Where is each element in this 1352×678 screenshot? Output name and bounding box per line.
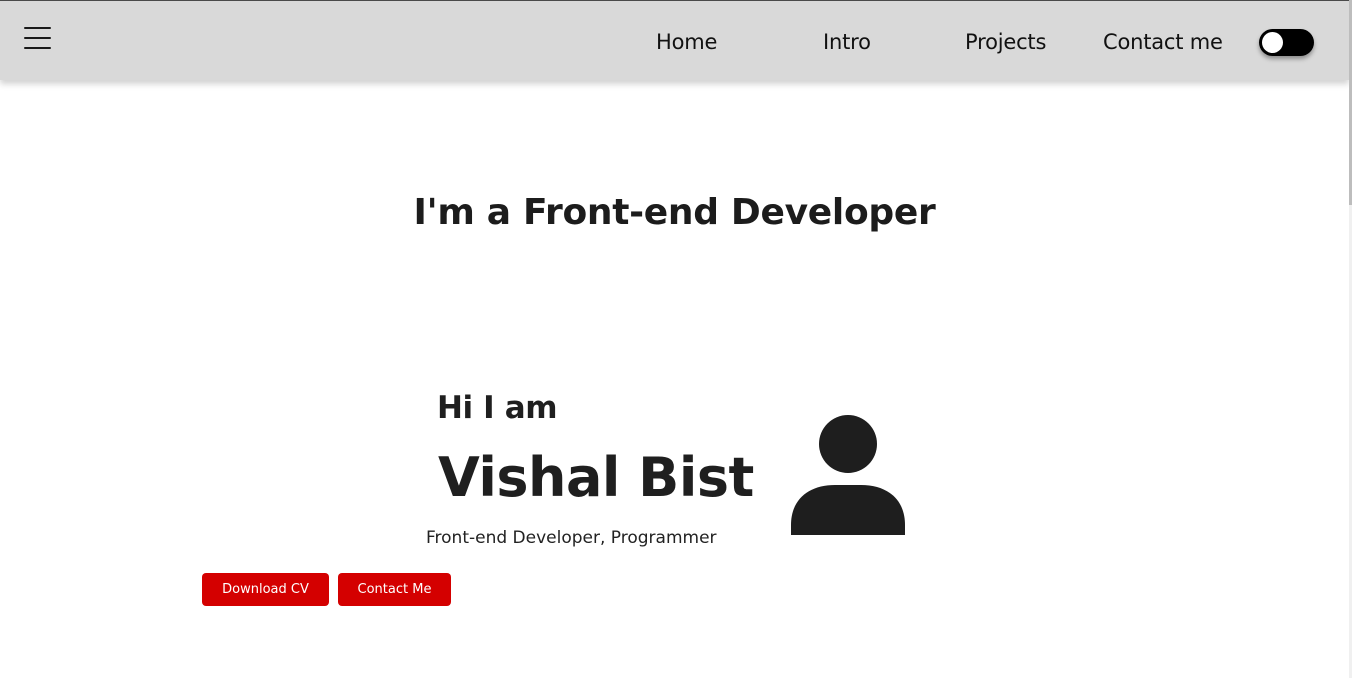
- nav-link-projects[interactable]: Projects: [965, 28, 1046, 56]
- hamburger-line: [24, 47, 51, 49]
- hamburger-line: [24, 27, 51, 29]
- theme-toggle[interactable]: [1259, 29, 1314, 56]
- contact-me-button[interactable]: Contact Me: [338, 573, 451, 606]
- hero-roles: Front-end Developer, Programmer: [426, 528, 717, 548]
- hero-greeting: Hi I am: [437, 390, 558, 426]
- download-cv-button[interactable]: Download CV: [202, 573, 329, 606]
- hero-headline: I'm a Front-end Developer: [413, 192, 936, 233]
- user-avatar-icon: [791, 415, 905, 535]
- page: Home Intro Projects Contact me I'm a Fro…: [0, 0, 1352, 678]
- navbar: Home Intro Projects Contact me: [0, 0, 1349, 80]
- hamburger-menu-icon[interactable]: [24, 27, 51, 49]
- nav-link-contact[interactable]: Contact me: [1103, 28, 1223, 56]
- toggle-knob: [1262, 32, 1283, 53]
- hamburger-line: [24, 37, 51, 39]
- nav-link-home[interactable]: Home: [656, 28, 717, 56]
- nav-link-intro[interactable]: Intro: [823, 28, 871, 56]
- hero-name: Vishal Bist: [438, 446, 754, 509]
